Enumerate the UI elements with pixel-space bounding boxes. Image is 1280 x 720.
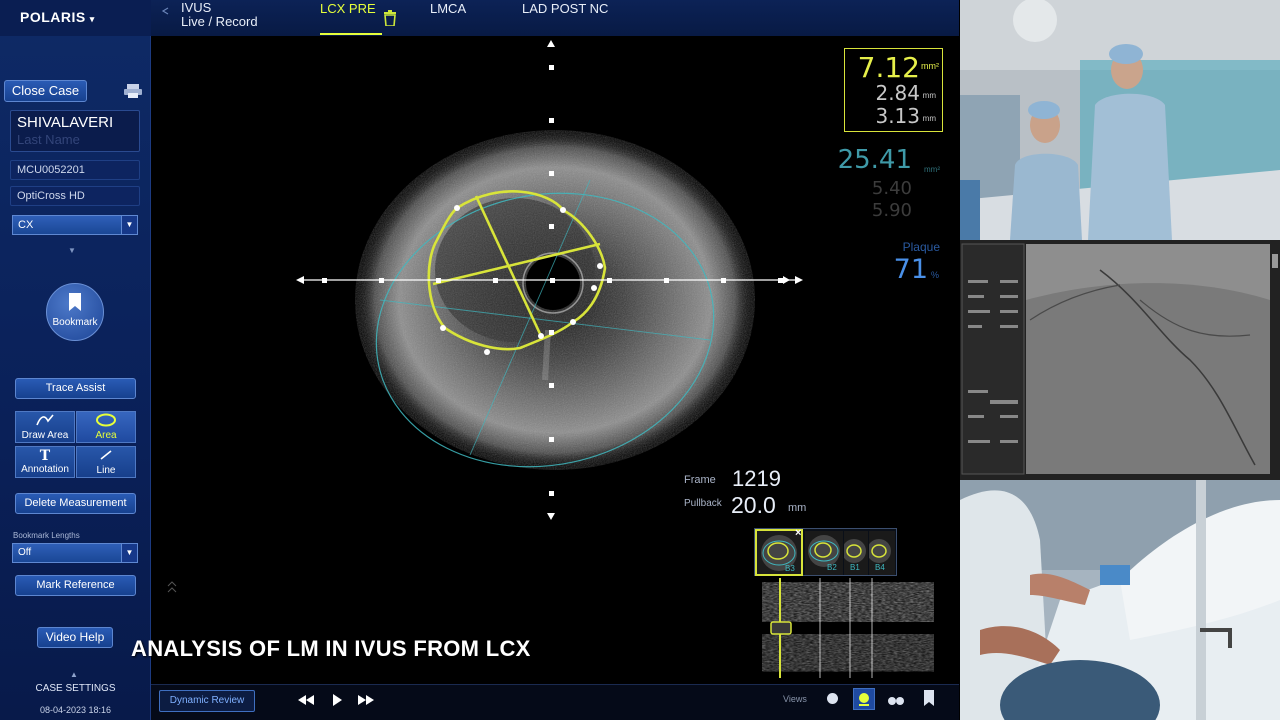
bookmark-label: Bookmark bbox=[52, 317, 98, 328]
tab-lmca[interactable]: LMCA bbox=[430, 1, 466, 16]
vessel-value: CX bbox=[18, 219, 34, 231]
lumen-area-unit: mm² bbox=[921, 61, 939, 71]
catheter-field[interactable]: OptiCross HD bbox=[10, 186, 140, 206]
collapse-up-icon[interactable] bbox=[167, 581, 177, 593]
bookmark-icon bbox=[69, 293, 81, 311]
lumen-max-diameter-value: 3.13 bbox=[875, 104, 920, 128]
cath-lab-camera-bottom bbox=[960, 480, 1280, 720]
vessel-measurement-group[interactable]: 25.41 mm² 5.40 5.90 bbox=[820, 145, 942, 225]
vessel-min-diameter-value: 5.40 bbox=[871, 178, 912, 199]
plaque-label: Plaque bbox=[902, 240, 940, 254]
bookmark-view-icon[interactable] bbox=[923, 690, 935, 711]
close-icon[interactable]: × bbox=[795, 527, 801, 539]
collapse-chevron-icon[interactable]: ▼ bbox=[68, 246, 76, 255]
bookmark-thumb-b3[interactable]: B3 × bbox=[755, 527, 803, 576]
datetime: 08-04-2023 18:16 bbox=[39, 705, 112, 715]
lumen-min-diameter-value: 2.84 bbox=[875, 81, 920, 105]
brand-menu[interactable]: POLARIS ▾ bbox=[0, 0, 151, 36]
single-view-icon[interactable] bbox=[827, 693, 838, 704]
play-icon[interactable] bbox=[332, 693, 342, 711]
lumen-max-diam-unit: mm bbox=[922, 114, 936, 123]
plaque-value: 71 bbox=[893, 254, 928, 285]
case-settings-link[interactable]: CASE SETTINGS bbox=[0, 683, 151, 694]
fast-forward-icon[interactable] bbox=[357, 693, 375, 711]
bottom-bar: Dynamic Review Views bbox=[151, 684, 959, 720]
video-help-button[interactable]: Video Help bbox=[37, 627, 113, 648]
top-bar: IVUS Live / Record LCX PRE LMCA LAD POST… bbox=[151, 0, 959, 36]
pullback-value: 20.0 bbox=[731, 492, 776, 518]
vessel-area-unit: mm² bbox=[924, 165, 940, 174]
bookmark-thumb-b2[interactable]: B2 bbox=[805, 531, 843, 575]
bookmark-lengths-select[interactable]: Off ▼ bbox=[12, 543, 138, 563]
views-label: Views bbox=[783, 694, 807, 704]
dual-view-icon[interactable] bbox=[887, 693, 905, 711]
line-tool[interactable]: Line bbox=[76, 446, 136, 478]
cross-section-view-icon[interactable] bbox=[853, 688, 875, 710]
video-caption: ANALYSIS OF LM IN IVUS FROM LCX bbox=[131, 636, 531, 661]
expand-up-icon[interactable]: ▲ bbox=[70, 670, 78, 679]
plaque-burden: Plaque 71 % bbox=[880, 240, 942, 288]
vessel-select[interactable]: CX ▼ bbox=[12, 215, 138, 235]
chevron-down-icon: ▼ bbox=[121, 544, 137, 562]
bookmark-thumb-b4[interactable]: B4 bbox=[867, 531, 895, 575]
tab-lad-post-nc[interactable]: LAD POST NC bbox=[522, 1, 608, 16]
last-name-placeholder: Last Name bbox=[17, 132, 80, 147]
plaque-unit: % bbox=[930, 270, 939, 280]
patient-name: SHIVALAVERI bbox=[17, 114, 114, 131]
patient-name-box[interactable]: SHIVALAVERI Last Name bbox=[10, 110, 140, 152]
line-icon bbox=[77, 448, 135, 465]
frame-label: Frame bbox=[684, 474, 716, 486]
text-t-icon: T bbox=[39, 448, 51, 464]
print-icon[interactable] bbox=[124, 84, 142, 98]
bookmark-thumb-label: B1 bbox=[850, 563, 860, 572]
trash-icon[interactable] bbox=[383, 10, 397, 27]
area-tool[interactable]: Area bbox=[76, 411, 136, 443]
dynamic-review-button[interactable]: Dynamic Review bbox=[159, 690, 255, 712]
delete-measurement-button[interactable]: Delete Measurement bbox=[15, 493, 136, 514]
brand-name: POLARIS bbox=[20, 9, 86, 25]
close-case-button[interactable]: Close Case bbox=[4, 80, 87, 102]
bookmark-thumb-label: B2 bbox=[827, 563, 837, 572]
chevron-left-icon[interactable] bbox=[160, 2, 170, 15]
lumen-min-diam-unit: mm bbox=[922, 91, 936, 100]
lumen-measurement-box[interactable]: 7.12 mm² 2.84 mm 3.13 mm bbox=[844, 48, 943, 132]
vessel-area-value: 25.41 bbox=[837, 145, 912, 175]
frame-info: Frame 1219 Pullback 20.0 mm bbox=[684, 466, 814, 520]
patient-id-field[interactable]: MCU0052201 bbox=[10, 160, 140, 180]
frame-number: 1219 bbox=[732, 466, 781, 491]
active-tab-indicator bbox=[320, 33, 382, 35]
angiography-monitor bbox=[960, 240, 1280, 480]
area-icon bbox=[77, 413, 135, 430]
mode-ivus: IVUS bbox=[181, 0, 212, 15]
bookmark-button[interactable]: Bookmark bbox=[46, 283, 104, 341]
pencil-icon bbox=[16, 413, 74, 430]
caret-down-icon: ▾ bbox=[89, 14, 95, 24]
mark-reference-button[interactable]: Mark Reference bbox=[15, 575, 136, 596]
bookmark-thumb-label: B4 bbox=[875, 563, 885, 572]
rewind-icon[interactable] bbox=[297, 693, 315, 711]
line-label: Line bbox=[96, 465, 116, 476]
trace-assist-button[interactable]: Trace Assist bbox=[15, 378, 136, 399]
chevron-down-icon: ▼ bbox=[121, 216, 137, 234]
annotation-tool[interactable]: T Annotation bbox=[15, 446, 75, 478]
area-label: Area bbox=[95, 430, 117, 441]
bookmark-lengths-label: Bookmark Lengths bbox=[13, 531, 80, 540]
pullback-unit: mm bbox=[788, 502, 807, 514]
draw-area-label: Draw Area bbox=[21, 430, 69, 441]
lumen-area-value: 7.12 bbox=[857, 51, 920, 84]
annotation-label: Annotation bbox=[21, 464, 69, 475]
mode-indicator[interactable]: IVUS Live / Record bbox=[181, 1, 258, 29]
pullback-label: Pullback bbox=[684, 498, 722, 509]
cath-lab-camera-top bbox=[960, 0, 1280, 240]
draw-area-tool[interactable]: Draw Area bbox=[15, 411, 75, 443]
tab-lcx-pre[interactable]: LCX PRE bbox=[320, 1, 376, 16]
longitudinal-view[interactable] bbox=[762, 578, 934, 678]
vessel-max-diameter-value: 5.90 bbox=[871, 200, 912, 221]
bookmark-thumb-b1[interactable]: B1 bbox=[842, 531, 868, 575]
bookmark-lengths-value: Off bbox=[18, 547, 32, 558]
bookmark-thumb-label: B3 bbox=[785, 564, 795, 573]
mode-live-record: Live / Record bbox=[181, 14, 258, 29]
left-sidebar: POLARIS ▾ Close Case SHIVALAVERI Last Nam… bbox=[0, 0, 151, 720]
bookmark-thumbnails: B3 × B2 B1 B4 bbox=[754, 527, 897, 576]
